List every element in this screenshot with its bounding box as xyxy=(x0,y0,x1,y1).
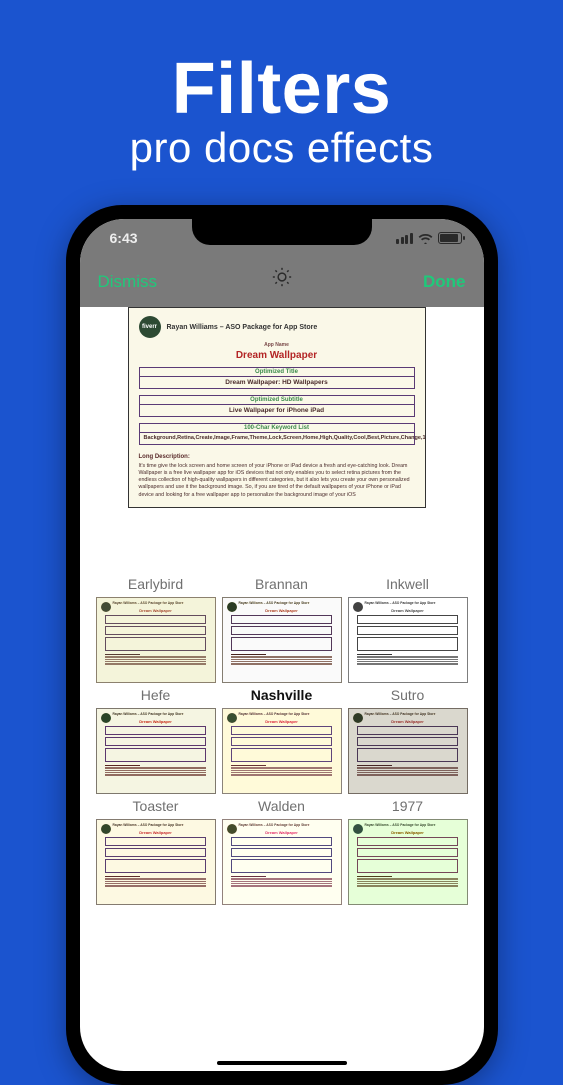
dismiss-button[interactable]: Dismiss xyxy=(98,272,158,292)
brand-badge: fiverr xyxy=(139,316,161,338)
home-indicator[interactable] xyxy=(217,1061,347,1065)
document: fiverr Rayan Williams – ASO Package for … xyxy=(128,307,426,508)
filter-thumbnail: Rayan Williams – ASO Package for App Sto… xyxy=(348,819,468,905)
status-icons xyxy=(396,232,462,244)
optimized-subtitle-value: Live Wallpaper for iPhone iPad xyxy=(140,405,414,416)
filter-name: Toaster xyxy=(96,798,216,814)
filter-name: Inkwell xyxy=(348,576,468,592)
doc-header-title: Rayan Williams – ASO Package for App Sto… xyxy=(167,324,318,331)
keyword-list-value: Background,Retina,Create,Image,Frame,The… xyxy=(140,433,414,444)
done-button[interactable]: Done xyxy=(423,272,466,292)
filter-grid[interactable]: Earlybird Rayan Williams – ASO Package f… xyxy=(80,508,484,905)
app-name: Dream Wallpaper xyxy=(139,350,415,361)
optimized-subtitle-label: Optimized Subtitle xyxy=(140,396,414,405)
keyword-list-label: 100-Char Keyword List xyxy=(140,424,414,433)
filter-item-toaster[interactable]: Toaster Rayan Williams – ASO Package for… xyxy=(96,798,216,905)
brightness-icon[interactable] xyxy=(271,266,293,293)
filter-item-1977[interactable]: 1977 Rayan Williams – ASO Package for Ap… xyxy=(348,798,468,905)
promo-header: Filters pro docs effects xyxy=(0,0,563,172)
phone-frame: 6:43 Dismiss xyxy=(66,205,498,1085)
filter-thumbnail: Rayan Williams – ASO Package for App Sto… xyxy=(222,597,342,683)
filter-name: Brannan xyxy=(222,576,342,592)
wifi-icon xyxy=(418,233,433,244)
promo-title: Filters xyxy=(0,48,563,130)
keyword-list-field: 100-Char Keyword List Background,Retina,… xyxy=(139,423,415,445)
filter-item-hefe[interactable]: Hefe Rayan Williams – ASO Package for Ap… xyxy=(96,687,216,794)
optimized-subtitle-field: Optimized Subtitle Live Wallpaper for iP… xyxy=(139,395,415,417)
filter-item-walden[interactable]: Walden Rayan Williams – ASO Package for … xyxy=(222,798,342,905)
filter-thumbnail: Rayan Williams – ASO Package for App Sto… xyxy=(348,708,468,794)
doc-header: fiverr Rayan Williams – ASO Package for … xyxy=(139,316,415,338)
promo-subtitle: pro docs effects xyxy=(0,124,563,172)
filter-name: 1977 xyxy=(348,798,468,814)
optimized-title-label: Optimized Title xyxy=(140,368,414,377)
filter-name: Walden xyxy=(222,798,342,814)
device-notch xyxy=(192,219,372,245)
app-name-label: App Name xyxy=(139,342,415,348)
status-time: 6:43 xyxy=(110,230,138,246)
filter-item-sutro[interactable]: Sutro Rayan Williams – ASO Package for A… xyxy=(348,687,468,794)
optimized-title-value: Dream Wallpaper: HD Wallpapers xyxy=(140,377,414,388)
filter-item-inkwell[interactable]: Inkwell Rayan Williams – ASO Package for… xyxy=(348,576,468,683)
filter-name: Earlybird xyxy=(96,576,216,592)
nav-bar: Dismiss Done xyxy=(80,257,484,307)
filter-item-brannan[interactable]: Brannan Rayan Williams – ASO Package for… xyxy=(222,576,342,683)
filter-thumbnail: Rayan Williams – ASO Package for App Sto… xyxy=(96,708,216,794)
long-description-heading: Long Description: xyxy=(139,453,415,461)
filter-name: Nashville xyxy=(222,687,342,703)
document-preview[interactable]: fiverr Rayan Williams – ASO Package for … xyxy=(80,307,484,508)
filter-item-earlybird[interactable]: Earlybird Rayan Williams – ASO Package f… xyxy=(96,576,216,683)
filter-thumbnail: Rayan Williams – ASO Package for App Sto… xyxy=(96,819,216,905)
phone-screen: 6:43 Dismiss xyxy=(80,219,484,1071)
filter-thumbnail: Rayan Williams – ASO Package for App Sto… xyxy=(222,708,342,794)
battery-icon xyxy=(438,232,462,244)
long-description: Long Description: It's time give the loc… xyxy=(139,453,415,499)
filter-name: Hefe xyxy=(96,687,216,703)
optimized-title-field: Optimized Title Dream Wallpaper: HD Wall… xyxy=(139,367,415,389)
cellular-icon xyxy=(396,233,413,244)
filter-thumbnail: Rayan Williams – ASO Package for App Sto… xyxy=(222,819,342,905)
filter-thumbnail: Rayan Williams – ASO Package for App Sto… xyxy=(348,597,468,683)
filter-item-nashville[interactable]: Nashville Rayan Williams – ASO Package f… xyxy=(222,687,342,794)
long-description-text: It's time give the lock screen and home … xyxy=(139,463,415,499)
filter-name: Sutro xyxy=(348,687,468,703)
filter-thumbnail: Rayan Williams – ASO Package for App Sto… xyxy=(96,597,216,683)
